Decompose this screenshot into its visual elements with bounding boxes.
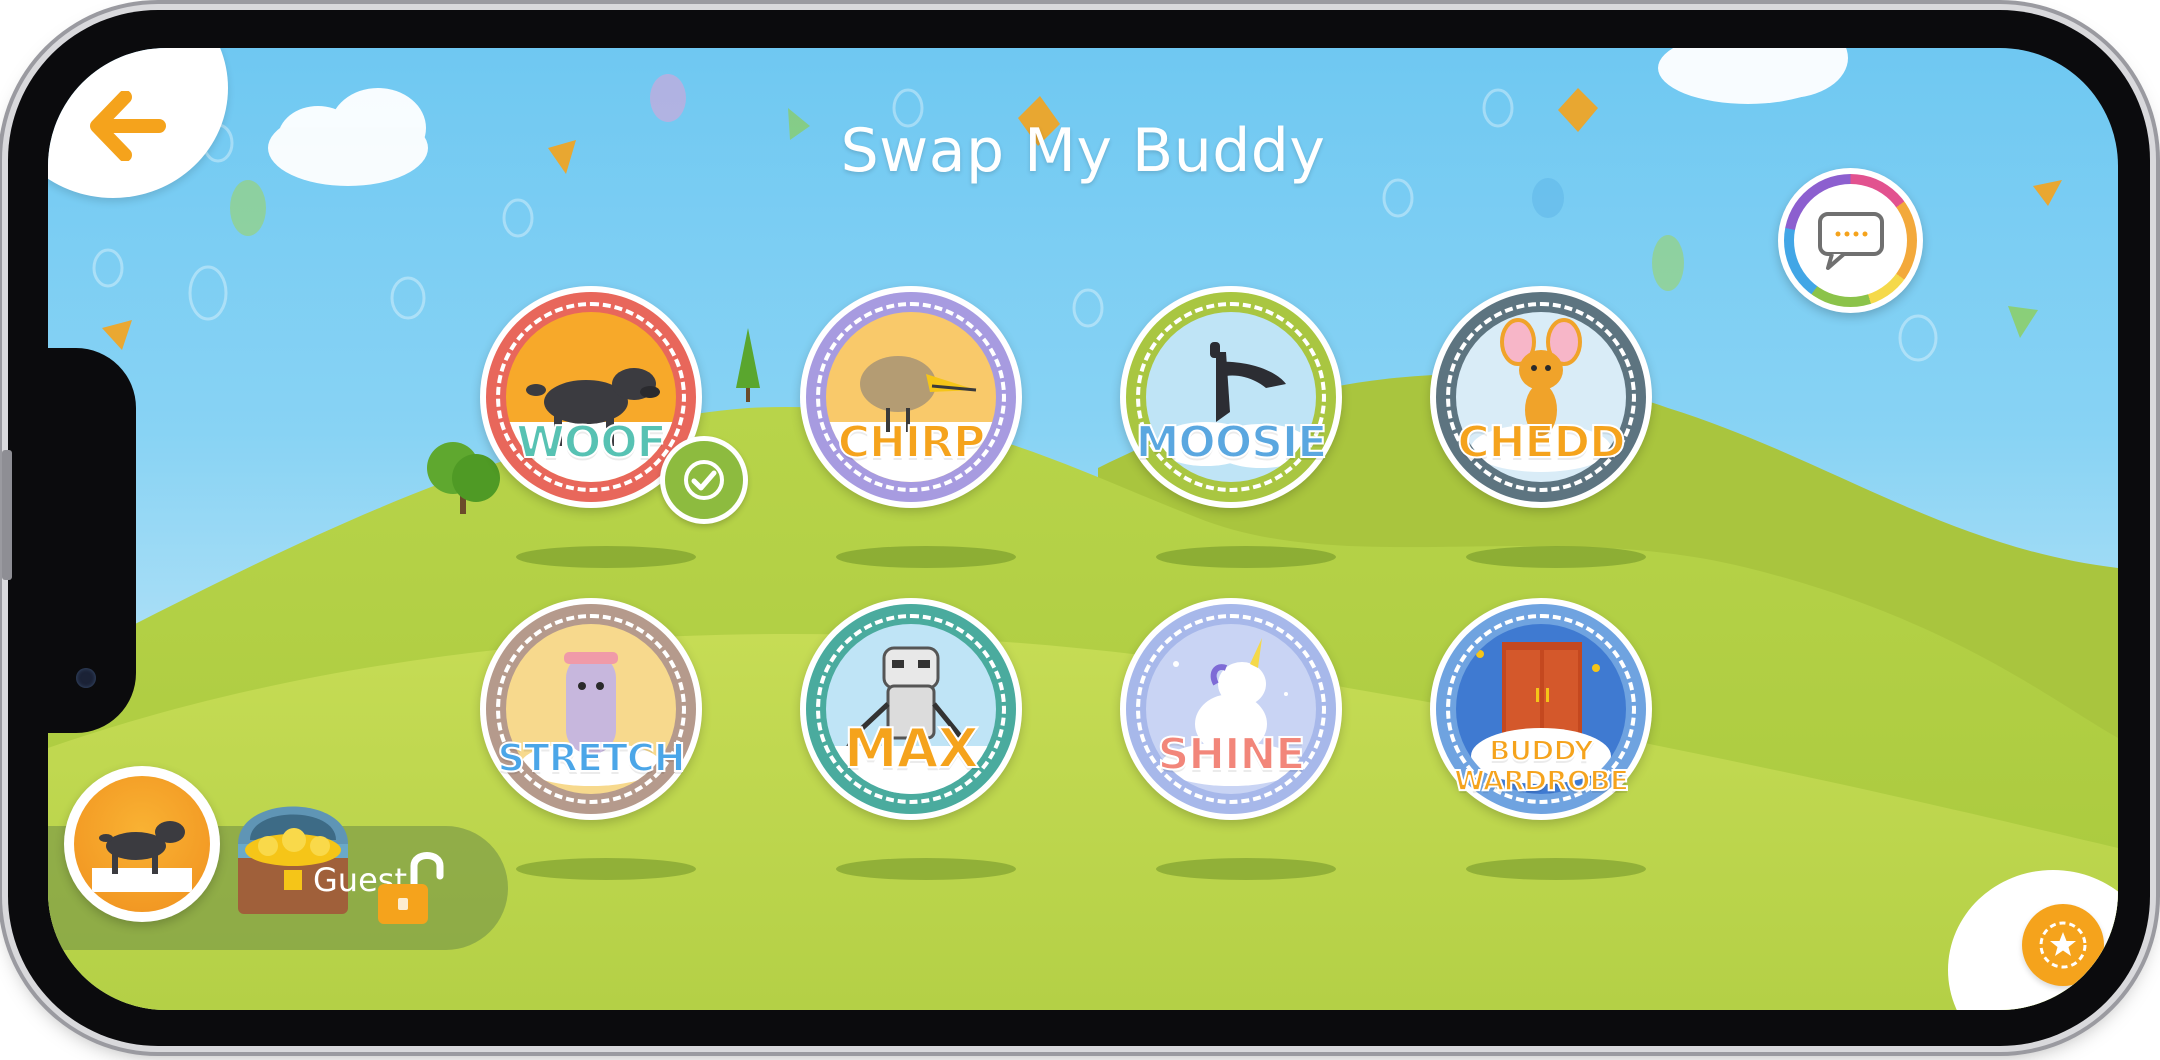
buddy-label: STRETCH [496,735,686,781]
buddy-badge-stretch[interactable]: STRETCH [480,598,702,820]
checkmark-icon [684,460,724,500]
phone-side-button [2,450,12,580]
page-title: Swap My Buddy [840,116,1326,186]
buddy-badge-moosie[interactable]: MOOSIE [1120,286,1342,508]
woof-dog-avatar-icon [92,821,192,892]
buddy-badge-chirp[interactable]: CHIRP [800,286,1022,508]
app-screen: Swap My Buddy WOOF CHIRP MOOSIE CHEDD ST… [48,48,2118,1010]
badge-shadow [516,858,696,880]
buddy-label: CHIRP [837,416,987,469]
badge-shadow [836,546,1016,568]
user-avatar[interactable] [64,766,220,922]
badge-shadow [1156,546,1336,568]
back-button[interactable] [78,76,178,176]
badge-shadow [836,858,1016,880]
arrow-left-icon [90,91,166,161]
badge-shadow [1156,858,1336,880]
selected-checkmark [660,436,748,524]
buddy-label: MOOSIE [1135,416,1329,469]
buddy-label: BUDDY WARDROBE [1430,734,1652,797]
buddy-label-line2: WARDROBE [1453,764,1630,797]
buddy-label: CHEDD [1456,416,1626,469]
star-badge-icon [2039,921,2087,969]
buddy-wardrobe-badge[interactable]: BUDDY WARDROBE [1430,598,1652,820]
chat-button[interactable] [1778,168,1923,313]
buddy-label: SHINE [1157,728,1307,781]
avatar-inner [74,776,210,912]
unlocked-padlock-icon[interactable] [374,844,458,934]
buddy-label: MAX [843,716,980,781]
star-badge-button[interactable] [2022,904,2104,986]
buddy-badge-chedd[interactable]: CHEDD [1430,286,1652,508]
buddy-badge-shine[interactable]: SHINE [1120,598,1342,820]
badge-shadow [1466,858,1646,880]
treasure-chest-icon[interactable] [198,774,378,934]
badge-shadow [516,546,696,568]
speech-bubble-icon [1817,211,1884,270]
badge-shadow [1466,546,1646,568]
buddy-badge-max[interactable]: MAX [800,598,1022,820]
chat-button-inner [1794,184,1907,297]
buddy-label-line1: BUDDY [1488,734,1595,767]
phone-frame: Swap My Buddy WOOF CHIRP MOOSIE CHEDD ST… [2,10,2150,1046]
front-camera [76,668,96,688]
